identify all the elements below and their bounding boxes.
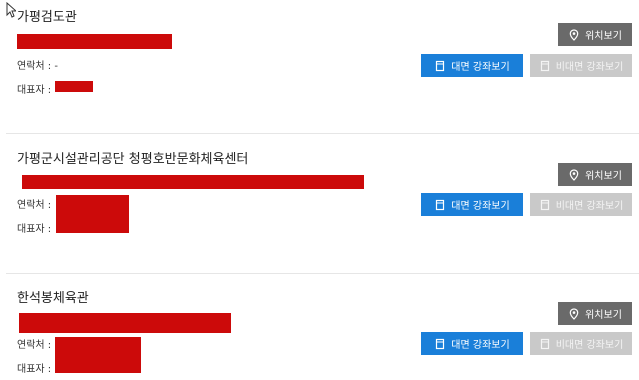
representative-label: 대표자 : <box>17 364 52 375</box>
redacted-address <box>22 175 364 189</box>
book-icon <box>436 60 445 71</box>
location-button[interactable]: 위치보기 <box>558 163 632 186</box>
redacted-representative <box>55 81 93 92</box>
facility-item: 가평검도관 연락처 : - 대표자 : 위치보기 대면 강좌보기 비대면 강좌보… <box>0 0 639 133</box>
facility-name: 가평군시설관리공단 청평호반문화체육센터 <box>17 152 249 167</box>
facility-name: 가평검도관 <box>17 10 77 25</box>
contact-label: 연락처 : <box>17 200 52 211</box>
representative-label: 대표자 : <box>17 224 52 235</box>
online-lecture-button[interactable]: 비대면 강좌보기 <box>530 332 632 355</box>
location-button[interactable]: 위치보기 <box>558 302 632 325</box>
representative-label: 대표자 : <box>17 85 52 96</box>
book-icon <box>436 338 445 349</box>
offline-lecture-button[interactable]: 대면 강좌보기 <box>421 193 523 216</box>
book-icon <box>540 60 549 71</box>
offline-lecture-button[interactable]: 대면 강좌보기 <box>421 332 523 355</box>
offline-lecture-button[interactable]: 대면 강좌보기 <box>421 54 523 77</box>
location-button[interactable]: 위치보기 <box>558 23 632 46</box>
facility-name: 한석봉체육관 <box>17 291 89 306</box>
map-pin-icon <box>569 168 579 181</box>
map-pin-icon <box>569 307 579 320</box>
book-icon <box>436 199 445 210</box>
book-icon <box>540 338 549 349</box>
book-icon <box>540 199 549 210</box>
contact-value: - <box>54 61 58 72</box>
redacted-contact-representative <box>56 195 129 233</box>
facility-item: 가평군시설관리공단 청평호반문화체육센터 연락처 : 대표자 : 위치보기 대면… <box>0 134 639 273</box>
contact-label: 연락처 : <box>17 340 52 351</box>
map-pin-icon <box>569 28 579 41</box>
redacted-address <box>17 34 172 49</box>
online-lecture-button[interactable]: 비대면 강좌보기 <box>530 54 632 77</box>
facility-item: 한석봉체육관 연락처 : 대표자 : 위치보기 대면 강좌보기 비대면 강좌보기 <box>0 274 639 380</box>
contact-label: 연락처 : - <box>17 61 58 72</box>
redacted-address <box>19 313 231 333</box>
redacted-contact-representative <box>55 337 141 373</box>
online-lecture-button[interactable]: 비대면 강좌보기 <box>530 193 632 216</box>
